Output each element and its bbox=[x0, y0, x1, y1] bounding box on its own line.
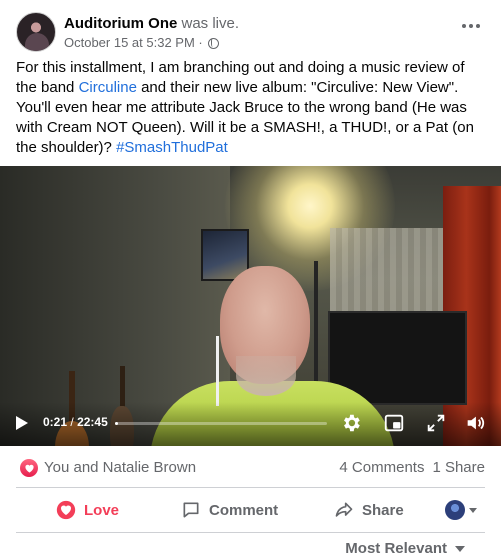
post-card: Auditorium One was live. October 15 at 5… bbox=[0, 0, 501, 558]
video-scene-beard bbox=[236, 356, 296, 396]
time-separator: / bbox=[70, 415, 74, 429]
share-label: Share bbox=[362, 501, 404, 519]
more-options-button[interactable] bbox=[457, 16, 485, 36]
play-icon[interactable] bbox=[16, 416, 28, 430]
duration: 22:45 bbox=[77, 415, 108, 429]
author-name[interactable]: Auditorium One bbox=[64, 15, 177, 32]
chevron-down-icon bbox=[455, 545, 465, 552]
volume-icon[interactable] bbox=[464, 412, 486, 434]
video-time: 0:21 / 22:45 bbox=[43, 415, 108, 429]
post-actions: Love Comment Share bbox=[16, 492, 485, 528]
love-label: Love bbox=[84, 501, 120, 519]
video-scene-shelf bbox=[330, 228, 450, 316]
video-scene-earbud-cable bbox=[216, 336, 219, 406]
comment-sort-label: Most Relevant bbox=[345, 540, 447, 557]
author-status: was live. bbox=[181, 15, 240, 32]
comment-label: Comment bbox=[209, 501, 279, 519]
picture-in-picture-icon[interactable] bbox=[383, 412, 405, 434]
comment-icon bbox=[183, 502, 199, 518]
post-text: For this installment, I am branching out… bbox=[16, 58, 478, 158]
post-timestamp[interactable]: October 15 at 5:32 PM bbox=[64, 35, 195, 50]
dot-icon bbox=[462, 24, 466, 28]
mini-avatar bbox=[445, 500, 465, 520]
settings-gear-icon[interactable] bbox=[340, 412, 362, 434]
shares-count[interactable]: 1 Share bbox=[432, 459, 485, 476]
dot-icon bbox=[476, 24, 480, 28]
engagement-counts: 4 Comments 1 Share bbox=[339, 459, 485, 476]
heart-icon bbox=[56, 500, 76, 520]
meta-separator: · bbox=[198, 35, 203, 50]
progress-fill bbox=[115, 422, 119, 425]
chevron-down-icon bbox=[469, 507, 477, 513]
share-button[interactable]: Share bbox=[334, 492, 404, 528]
progress-bar[interactable] bbox=[115, 422, 327, 425]
reaction-names[interactable]: You and Natalie Brown bbox=[44, 459, 196, 476]
react-as-selector[interactable] bbox=[445, 499, 485, 521]
globe-icon[interactable] bbox=[208, 38, 220, 49]
post-header: Auditorium One was live. October 15 at 5… bbox=[16, 12, 485, 56]
band-link[interactable]: Circuline bbox=[79, 79, 137, 96]
comment-button[interactable]: Comment bbox=[181, 492, 278, 528]
current-time: 0:21 bbox=[43, 415, 68, 429]
dot-icon bbox=[469, 24, 473, 28]
reactions-summary: You and Natalie Brown 4 Comments 1 Share bbox=[16, 458, 485, 478]
share-icon bbox=[335, 502, 353, 517]
fullscreen-icon[interactable] bbox=[425, 412, 447, 434]
author-line: Auditorium One was live. bbox=[64, 14, 239, 33]
comments-count[interactable]: 4 Comments bbox=[339, 459, 424, 476]
author-avatar[interactable] bbox=[16, 12, 56, 52]
divider bbox=[16, 487, 485, 488]
hashtag-link[interactable]: #SmashThudPat bbox=[116, 139, 228, 156]
post-meta: October 15 at 5:32 PM · bbox=[64, 35, 220, 51]
avatar-figure bbox=[25, 33, 49, 51]
video-controls: 0:21 / 22:45 bbox=[0, 402, 501, 446]
comment-sort-dropdown[interactable]: Most Relevant bbox=[345, 540, 465, 557]
love-button[interactable]: Love bbox=[56, 492, 119, 528]
video-player[interactable]: 0:21 / 22:45 bbox=[0, 166, 501, 446]
divider bbox=[16, 532, 485, 533]
love-reaction-icon[interactable] bbox=[20, 459, 38, 477]
